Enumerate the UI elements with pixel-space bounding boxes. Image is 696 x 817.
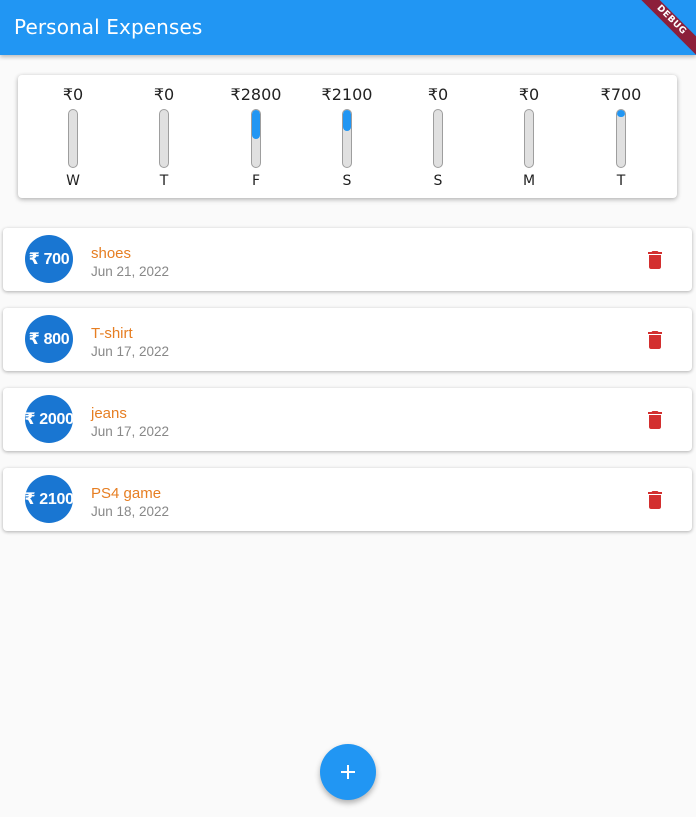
transaction-item: ₹ 800 T-shirt Jun 17, 2022 xyxy=(3,308,692,371)
bar-track xyxy=(159,109,169,168)
transaction-date: Jun 17, 2022 xyxy=(91,344,170,359)
chart-bar: ₹0 W xyxy=(43,75,103,198)
add-transaction-button[interactable] xyxy=(320,744,376,800)
bar-day-label: S xyxy=(342,173,352,189)
bar-amount-label: ₹0 xyxy=(427,85,449,104)
transaction-date: Jun 18, 2022 xyxy=(91,504,170,519)
transaction-date: Jun 17, 2022 xyxy=(91,424,170,439)
delete-icon[interactable] xyxy=(643,408,667,432)
amount-avatar: ₹ 2100 xyxy=(24,475,74,523)
transaction-date: Jun 21, 2022 xyxy=(91,264,170,279)
bar-day-label: M xyxy=(522,173,536,189)
bar-fill xyxy=(617,110,625,118)
transaction-title: jeans xyxy=(91,405,127,422)
chart-bar: ₹700 T xyxy=(591,75,651,198)
bar-amount-label: ₹2100 xyxy=(321,85,373,104)
delete-icon[interactable] xyxy=(643,248,667,272)
chart-bar: ₹0 M xyxy=(499,75,559,198)
transaction-title: T-shirt xyxy=(91,325,133,342)
transaction-title: shoes xyxy=(91,245,132,262)
bar-track xyxy=(68,109,78,168)
delete-icon[interactable] xyxy=(643,328,667,352)
amount-avatar: ₹ 700 xyxy=(25,235,73,283)
transaction-item: ₹ 2000 jeans Jun 17, 2022 xyxy=(3,388,692,451)
chart-bar: ₹2100 S xyxy=(317,75,377,198)
bar-track xyxy=(433,109,443,168)
bar-track xyxy=(342,109,352,168)
bar-track xyxy=(524,109,534,168)
debug-banner: DEBUG xyxy=(627,0,696,55)
bar-day-label: F xyxy=(251,173,261,189)
bar-amount-label: ₹2800 xyxy=(230,85,282,104)
transaction-title: PS4 game xyxy=(91,485,162,502)
amount-avatar: ₹ 2000 xyxy=(24,395,74,443)
delete-icon[interactable] xyxy=(643,488,667,512)
bar-fill xyxy=(252,110,260,139)
weekly-chart: ₹0 W ₹0 T ₹2800 F ₹2100 S ₹0 S ₹0 M ₹700… xyxy=(18,75,677,198)
bar-track xyxy=(251,109,261,168)
bar-day-label: T xyxy=(159,173,169,189)
chart-bar: ₹0 S xyxy=(408,75,468,198)
bar-day-label: S xyxy=(433,173,443,189)
bar-track xyxy=(616,109,626,168)
bar-day-label: W xyxy=(66,173,80,189)
amount-avatar: ₹ 800 xyxy=(25,315,73,363)
bar-amount-label: ₹0 xyxy=(518,85,540,104)
app-bar: Personal Expenses DEBUG xyxy=(0,0,696,55)
bar-day-label: T xyxy=(616,173,626,189)
app-title: Personal Expenses xyxy=(14,15,203,39)
bar-fill xyxy=(343,110,351,132)
bar-amount-label: ₹0 xyxy=(153,85,175,104)
add-icon xyxy=(341,765,355,779)
transaction-item: ₹ 700 shoes Jun 21, 2022 xyxy=(3,228,692,291)
bar-amount-label: ₹0 xyxy=(62,85,84,104)
chart-bar: ₹2800 F xyxy=(226,75,286,198)
transaction-item: ₹ 2100 PS4 game Jun 18, 2022 xyxy=(3,468,692,531)
bar-amount-label: ₹700 xyxy=(600,85,642,104)
chart-bar: ₹0 T xyxy=(134,75,194,198)
